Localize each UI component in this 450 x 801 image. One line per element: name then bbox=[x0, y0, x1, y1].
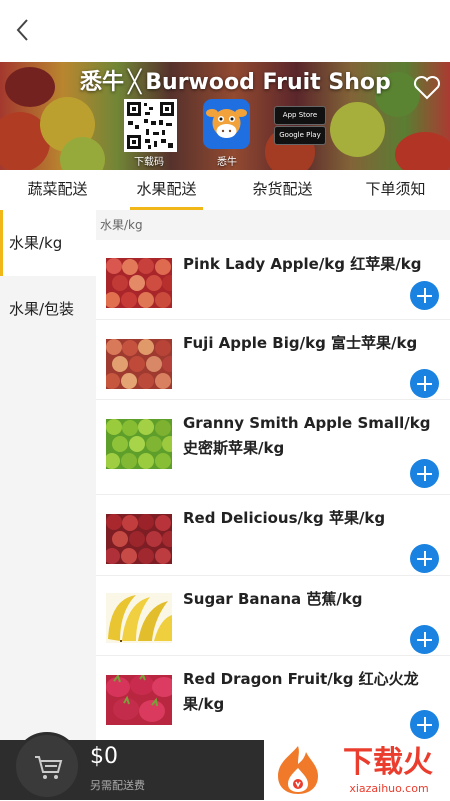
add-to-cart-button[interactable] bbox=[410, 281, 439, 310]
cow-mascot-icon bbox=[206, 109, 247, 138]
section-header: 水果/kg bbox=[96, 210, 450, 240]
sidebar-item-fruit-packaged[interactable]: 水果/包装 bbox=[0, 276, 96, 342]
product-image bbox=[106, 675, 172, 725]
product-item[interactable]: Pink Lady Apple/kg 红苹果/kg bbox=[96, 240, 450, 320]
shop-name: Burwood Fruit Shop bbox=[145, 70, 391, 95]
watermark: 下载火 xiazaihuo.com bbox=[264, 740, 450, 800]
delivery-fee-note: 另需配送费 bbox=[90, 779, 145, 792]
shopping-cart-icon bbox=[35, 756, 63, 779]
back-arrow-icon[interactable] bbox=[10, 14, 36, 46]
category-tabs: 蔬菜配送 水果配送 杂货配送 下单须知 bbox=[0, 170, 450, 211]
brand-name: 悉牛 bbox=[80, 70, 125, 95]
app-logo bbox=[203, 99, 250, 149]
product-name: Red Delicious/kg 苹果/kg bbox=[183, 509, 386, 527]
product-name: Fuji Apple Big/kg 富士苹果/kg bbox=[183, 334, 418, 352]
cart-total: $0 bbox=[90, 744, 118, 769]
add-to-cart-button[interactable] bbox=[410, 544, 439, 573]
product-item[interactable]: Fuji Apple Big/kg 富士苹果/kg bbox=[96, 319, 450, 400]
product-item[interactable]: Granny Smith Apple Small/kg 史密斯苹果/kg bbox=[96, 399, 450, 495]
product-name: Sugar Banana 芭蕉/kg bbox=[183, 590, 363, 608]
green-apples-image bbox=[106, 419, 172, 469]
sidebar-item-fruit-per-kg[interactable]: 水果/kg bbox=[0, 210, 96, 276]
product-image bbox=[106, 593, 172, 643]
google-play-badge[interactable]: Google Play bbox=[274, 126, 326, 145]
watermark-text: 下载火 bbox=[343, 745, 433, 780]
bananas-image bbox=[108, 595, 172, 642]
tab-grocery-delivery[interactable]: 杂货配送 bbox=[235, 170, 330, 208]
qr-code-label: 下载码 bbox=[134, 157, 164, 168]
fuji-apples-image bbox=[106, 339, 172, 389]
add-to-cart-button[interactable] bbox=[410, 369, 439, 398]
watermark-url: xiazaihuo.com bbox=[349, 782, 429, 795]
tab-fruit-delivery[interactable]: 水果配送 bbox=[120, 170, 213, 210]
sidebar: 水果/kg 水果/包装 bbox=[0, 210, 96, 740]
product-image bbox=[106, 514, 172, 564]
product-image bbox=[106, 419, 172, 469]
cart-bar: $0 另需配送费 下载火 xiazaihuo.com bbox=[0, 732, 450, 800]
banner-title: 悉牛 ╳ Burwood Fruit Shop bbox=[80, 64, 400, 98]
product-image bbox=[106, 258, 172, 308]
collab-separator: ╳ bbox=[128, 70, 142, 95]
favorite-heart-icon[interactable] bbox=[412, 72, 442, 102]
add-to-cart-button[interactable] bbox=[410, 710, 439, 739]
flame-logo-icon bbox=[278, 746, 318, 794]
product-list: 水果/kg Pink Lady Apple/kg 红苹果/kg Fuji App… bbox=[96, 210, 450, 740]
red-delicious-image bbox=[106, 514, 172, 564]
add-to-cart-button[interactable] bbox=[410, 625, 439, 654]
product-image bbox=[106, 339, 172, 389]
add-to-cart-button[interactable] bbox=[410, 459, 439, 488]
app-store-badge[interactable]: App Store bbox=[274, 106, 326, 125]
product-name: Granny Smith Apple Small/kg 史密斯苹果/kg bbox=[183, 414, 431, 457]
red-apples-image bbox=[106, 258, 172, 308]
product-item[interactable]: Sugar Banana 芭蕉/kg bbox=[96, 575, 450, 656]
qr-code bbox=[124, 99, 177, 152]
product-name: Red Dragon Fruit/kg 红心火龙果/kg bbox=[183, 670, 419, 713]
app-name-label: 悉牛 bbox=[217, 157, 237, 168]
cart-button[interactable] bbox=[13, 732, 81, 800]
tab-vegetable-delivery[interactable]: 蔬菜配送 bbox=[10, 170, 105, 208]
product-item[interactable]: Red Delicious/kg 苹果/kg bbox=[96, 494, 450, 576]
product-name: Pink Lady Apple/kg 红苹果/kg bbox=[183, 255, 422, 273]
top-bar bbox=[0, 0, 450, 62]
product-item[interactable]: Red Dragon Fruit/kg 红心火龙果/kg bbox=[96, 655, 450, 740]
shop-banner: 悉牛 ╳ Burwood Fruit Shop 下载码 悉牛 App Store G… bbox=[0, 62, 450, 170]
dragon-fruit-image bbox=[106, 675, 172, 722]
tab-order-notes[interactable]: 下单须知 bbox=[348, 170, 443, 208]
